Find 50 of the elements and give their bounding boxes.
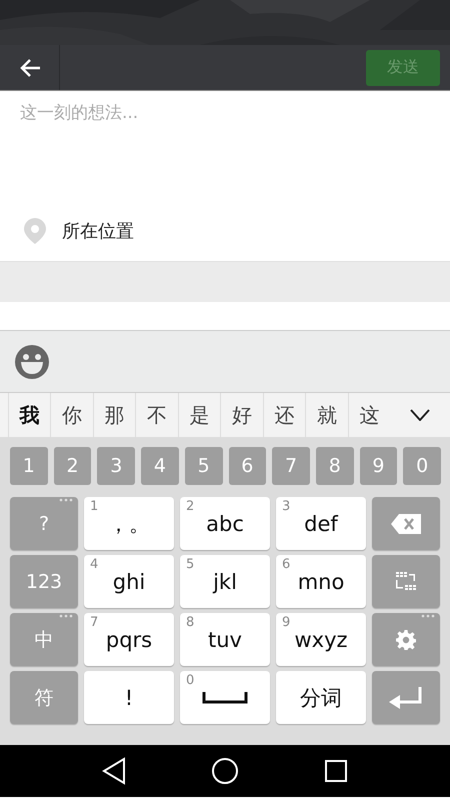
- keyboard-switch-icon: [394, 570, 418, 592]
- key-digit: 3: [282, 499, 290, 514]
- keyboard-key[interactable]: 3 def: [276, 497, 366, 550]
- keyboard-key[interactable]: 5 jkl: [180, 555, 270, 608]
- keyboard-key[interactable]: 7 pqrs: [84, 613, 174, 666]
- settings-key[interactable]: [372, 613, 440, 666]
- key-digit: 6: [282, 557, 290, 572]
- key-label: mno: [298, 570, 344, 594]
- key-label: ，。: [108, 510, 150, 538]
- keyboard-key[interactable]: !: [84, 671, 174, 724]
- space-key[interactable]: 0: [180, 671, 270, 724]
- key-digit: 5: [186, 557, 194, 572]
- home-icon[interactable]: [210, 757, 239, 785]
- key-label: tuv: [208, 628, 242, 652]
- backspace-icon: [391, 514, 421, 534]
- back-icon[interactable]: [102, 757, 126, 785]
- emoji-icon[interactable]: [15, 344, 49, 378]
- keyboard-key[interactable]: 6 mno: [276, 555, 366, 608]
- location-pin-icon: [24, 218, 46, 244]
- key-digit: 8: [186, 615, 194, 630]
- space-icon: [202, 692, 248, 704]
- keyboard-key[interactable]: 1 ，。: [84, 497, 174, 550]
- keyboard-key[interactable]: 分词: [276, 671, 366, 724]
- layout-key[interactable]: [372, 555, 440, 608]
- enter-icon: [389, 686, 423, 710]
- back-arrow-icon: [18, 58, 40, 78]
- key-label: abc: [206, 512, 244, 536]
- settings-icon: [396, 630, 416, 650]
- key-label: !: [124, 686, 134, 710]
- keyboard-key[interactable]: 2 abc: [180, 497, 270, 550]
- keyboard-key[interactable]: 8 tuv: [180, 613, 270, 666]
- key-digit: 7: [90, 615, 98, 630]
- key-label: wxyz: [294, 628, 348, 652]
- key-label: 分词: [300, 684, 342, 712]
- enter-key[interactable]: [372, 671, 440, 724]
- keyboard-key[interactable]: 4 ghi: [84, 555, 174, 608]
- chevron-down-icon: [410, 409, 430, 421]
- key-label: def: [304, 512, 338, 536]
- key-digit: 1: [90, 499, 98, 514]
- key-digit: 2: [186, 499, 194, 514]
- key-label: pqrs: [106, 628, 152, 652]
- recent-apps-icon[interactable]: [324, 759, 348, 783]
- backspace-key[interactable]: [372, 497, 440, 550]
- key-label: ghi: [112, 570, 146, 594]
- key-label: jkl: [213, 570, 237, 594]
- key-digit: 0: [186, 673, 194, 688]
- key-digit: 9: [282, 615, 290, 630]
- key-digit: 4: [90, 557, 98, 572]
- keyboard-key[interactable]: 9 wxyz: [276, 613, 366, 666]
- location-label[interactable]: 所在位置: [62, 219, 134, 243]
